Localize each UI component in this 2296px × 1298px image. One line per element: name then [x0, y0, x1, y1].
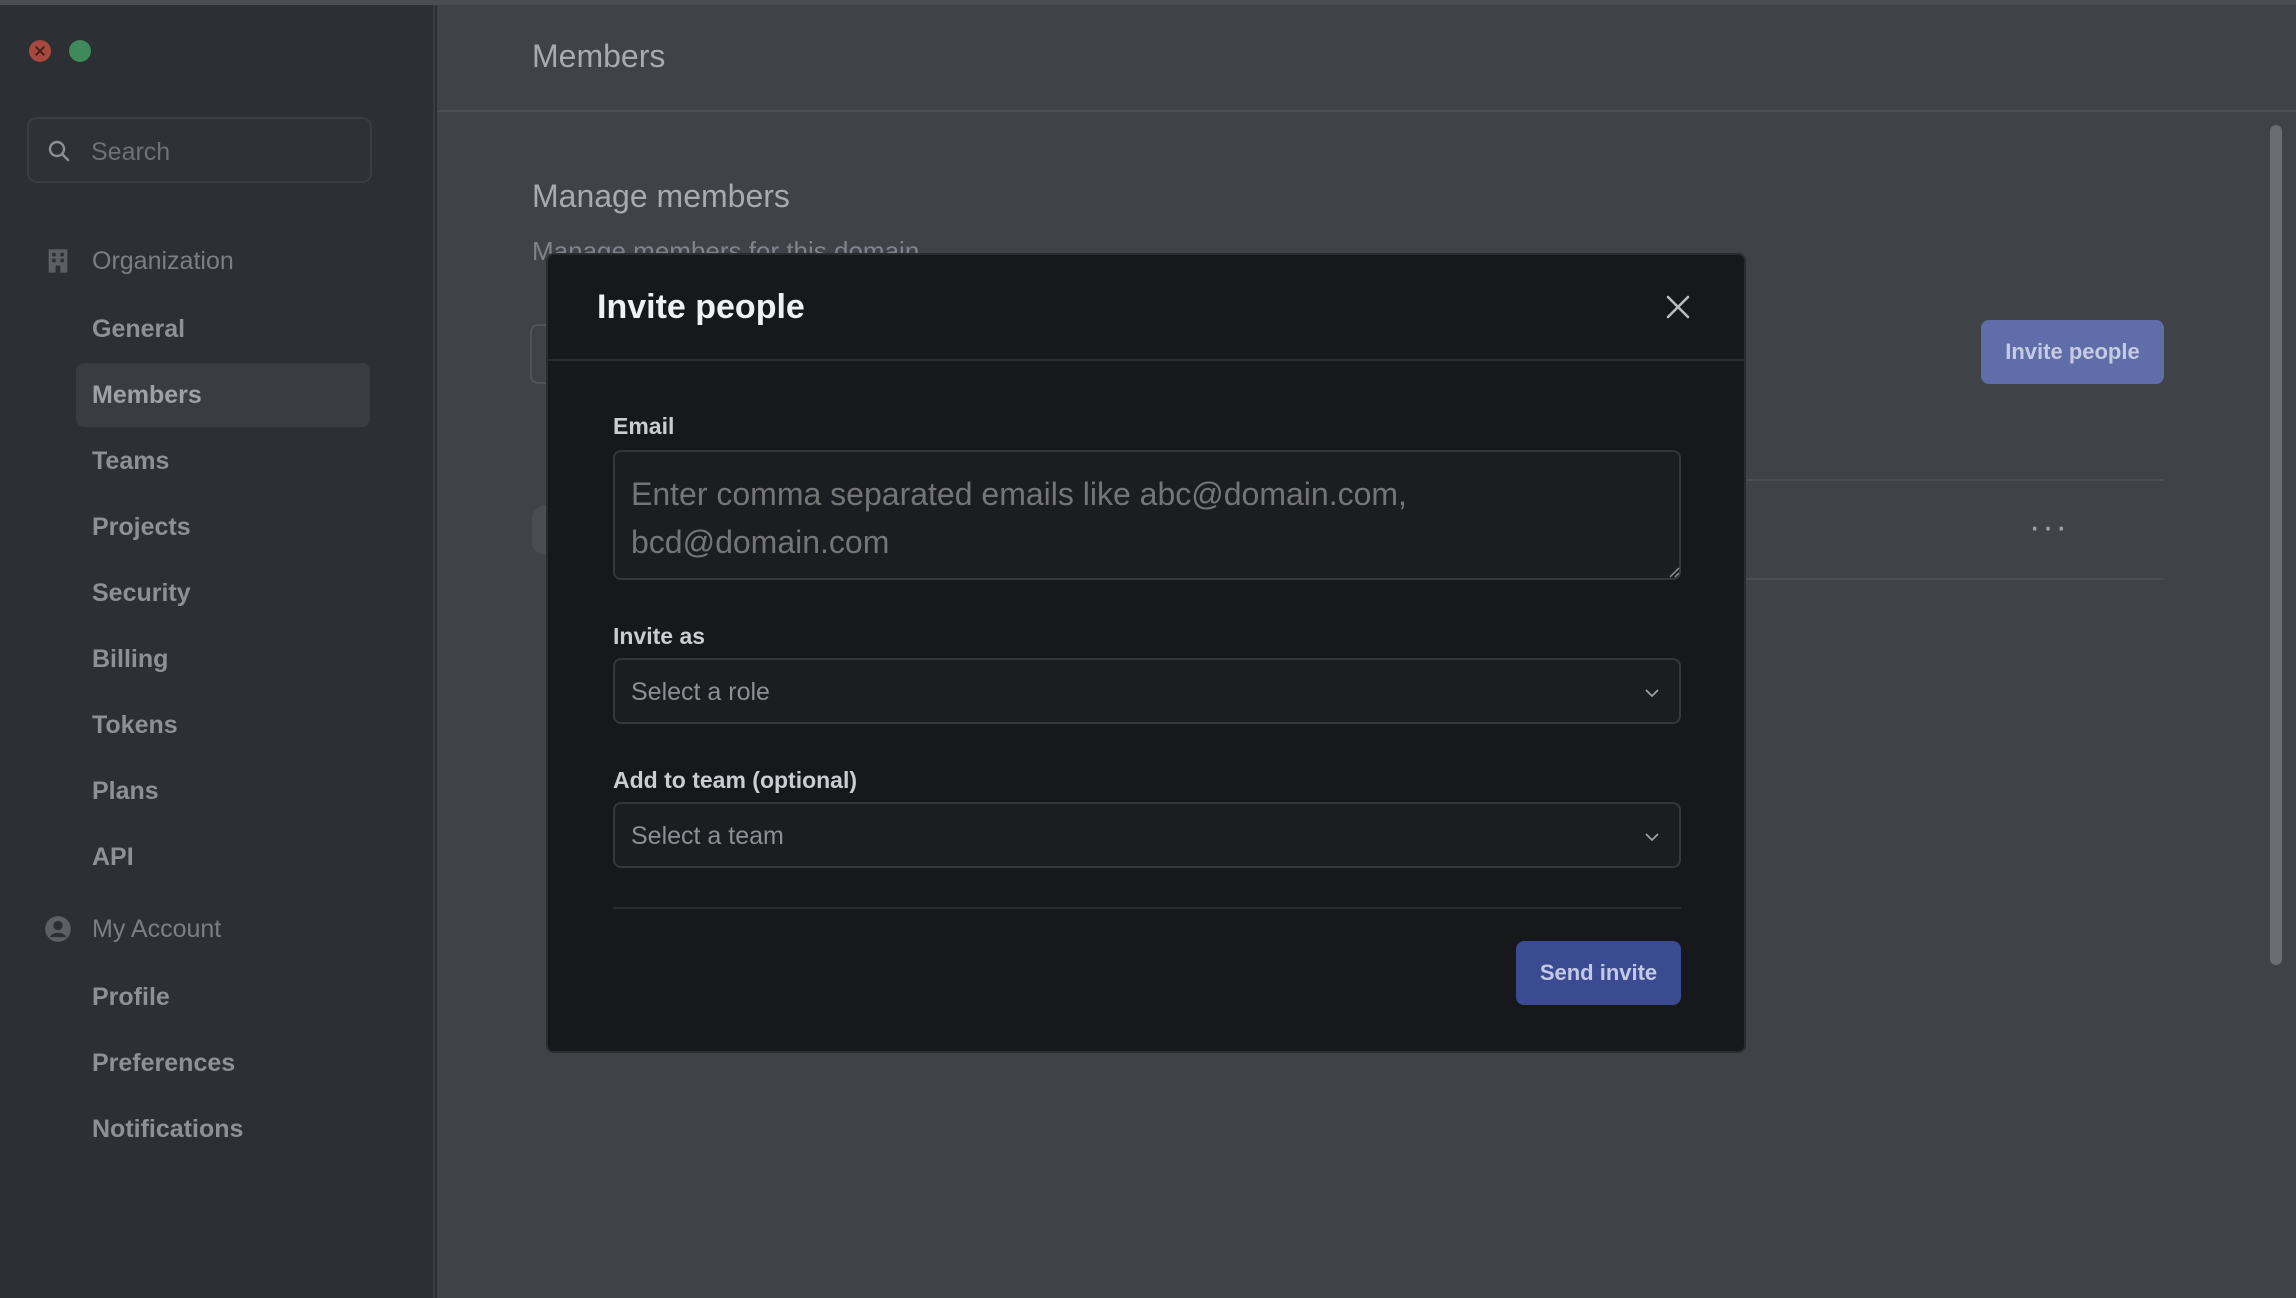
invite-people-button[interactable]: Invite people: [1981, 320, 2164, 384]
filter-input-edge[interactable]: [530, 324, 546, 384]
user-circle-icon: [45, 916, 71, 942]
section-title: Manage members: [532, 178, 790, 214]
chevron-down-icon: [1645, 833, 1659, 842]
sidebar-item-plans[interactable]: Plans: [76, 759, 370, 823]
email-field[interactable]: [613, 450, 1681, 580]
scrollbar[interactable]: [2270, 125, 2282, 965]
role-select-value: Select a role: [631, 678, 770, 706]
section-organization: Organization: [44, 241, 234, 281]
sidebar-item-tokens[interactable]: Tokens: [76, 693, 370, 757]
window-top-edge: [0, 0, 2296, 5]
sidebar-item-teams[interactable]: Teams: [76, 429, 370, 493]
section-my-account: My Account: [44, 909, 221, 949]
maximize-window-button[interactable]: [69, 40, 91, 62]
table-divider: [1744, 479, 2164, 481]
modal-title: Invite people: [597, 288, 805, 326]
sidebar-item-notifications[interactable]: Notifications: [76, 1097, 370, 1161]
sidebar: Search Organization General Members Team…: [0, 0, 435, 1298]
page-title: Members: [532, 38, 666, 74]
resize-handle-icon[interactable]: [1668, 566, 1680, 578]
close-icon[interactable]: [1662, 291, 1694, 323]
search-icon: [48, 140, 70, 162]
team-label: Add to team (optional): [613, 767, 858, 793]
close-window-button[interactable]: [29, 40, 51, 62]
section-my-account-label: My Account: [92, 914, 222, 943]
role-select[interactable]: Select a role: [613, 658, 1681, 724]
sidebar-item-security[interactable]: Security: [76, 561, 370, 625]
modal-divider: [613, 907, 1681, 909]
building-icon: [48, 249, 68, 273]
sidebar-item-preferences[interactable]: Preferences: [76, 1031, 370, 1095]
email-label: Email: [613, 413, 675, 439]
modal-header: Invite people: [548, 255, 1744, 361]
sidebar-item-members[interactable]: Members: [76, 363, 370, 427]
page-header: Members: [437, 0, 2296, 112]
role-label: Invite as: [613, 623, 706, 649]
invite-modal: Invite people Email Invite as Select a r…: [546, 253, 1746, 1053]
sidebar-item-profile[interactable]: Profile: [76, 965, 370, 1029]
section-organization-label: Organization: [92, 246, 234, 275]
member-avatar: [532, 505, 546, 555]
row-more-button[interactable]: ···: [2029, 508, 2069, 547]
sidebar-item-api[interactable]: API: [76, 825, 370, 889]
search-placeholder: Search: [91, 138, 171, 166]
sidebar-item-billing[interactable]: Billing: [76, 627, 370, 691]
sidebar-item-projects[interactable]: Projects: [76, 495, 370, 559]
send-invite-button[interactable]: Send invite: [1516, 941, 1681, 1005]
chevron-down-icon: [1645, 689, 1659, 698]
table-divider: [1744, 578, 2164, 580]
sidebar-item-general[interactable]: General: [76, 297, 370, 361]
team-select[interactable]: Select a team: [613, 802, 1681, 868]
search-input[interactable]: Search: [27, 117, 372, 183]
team-select-value: Select a team: [631, 822, 784, 850]
